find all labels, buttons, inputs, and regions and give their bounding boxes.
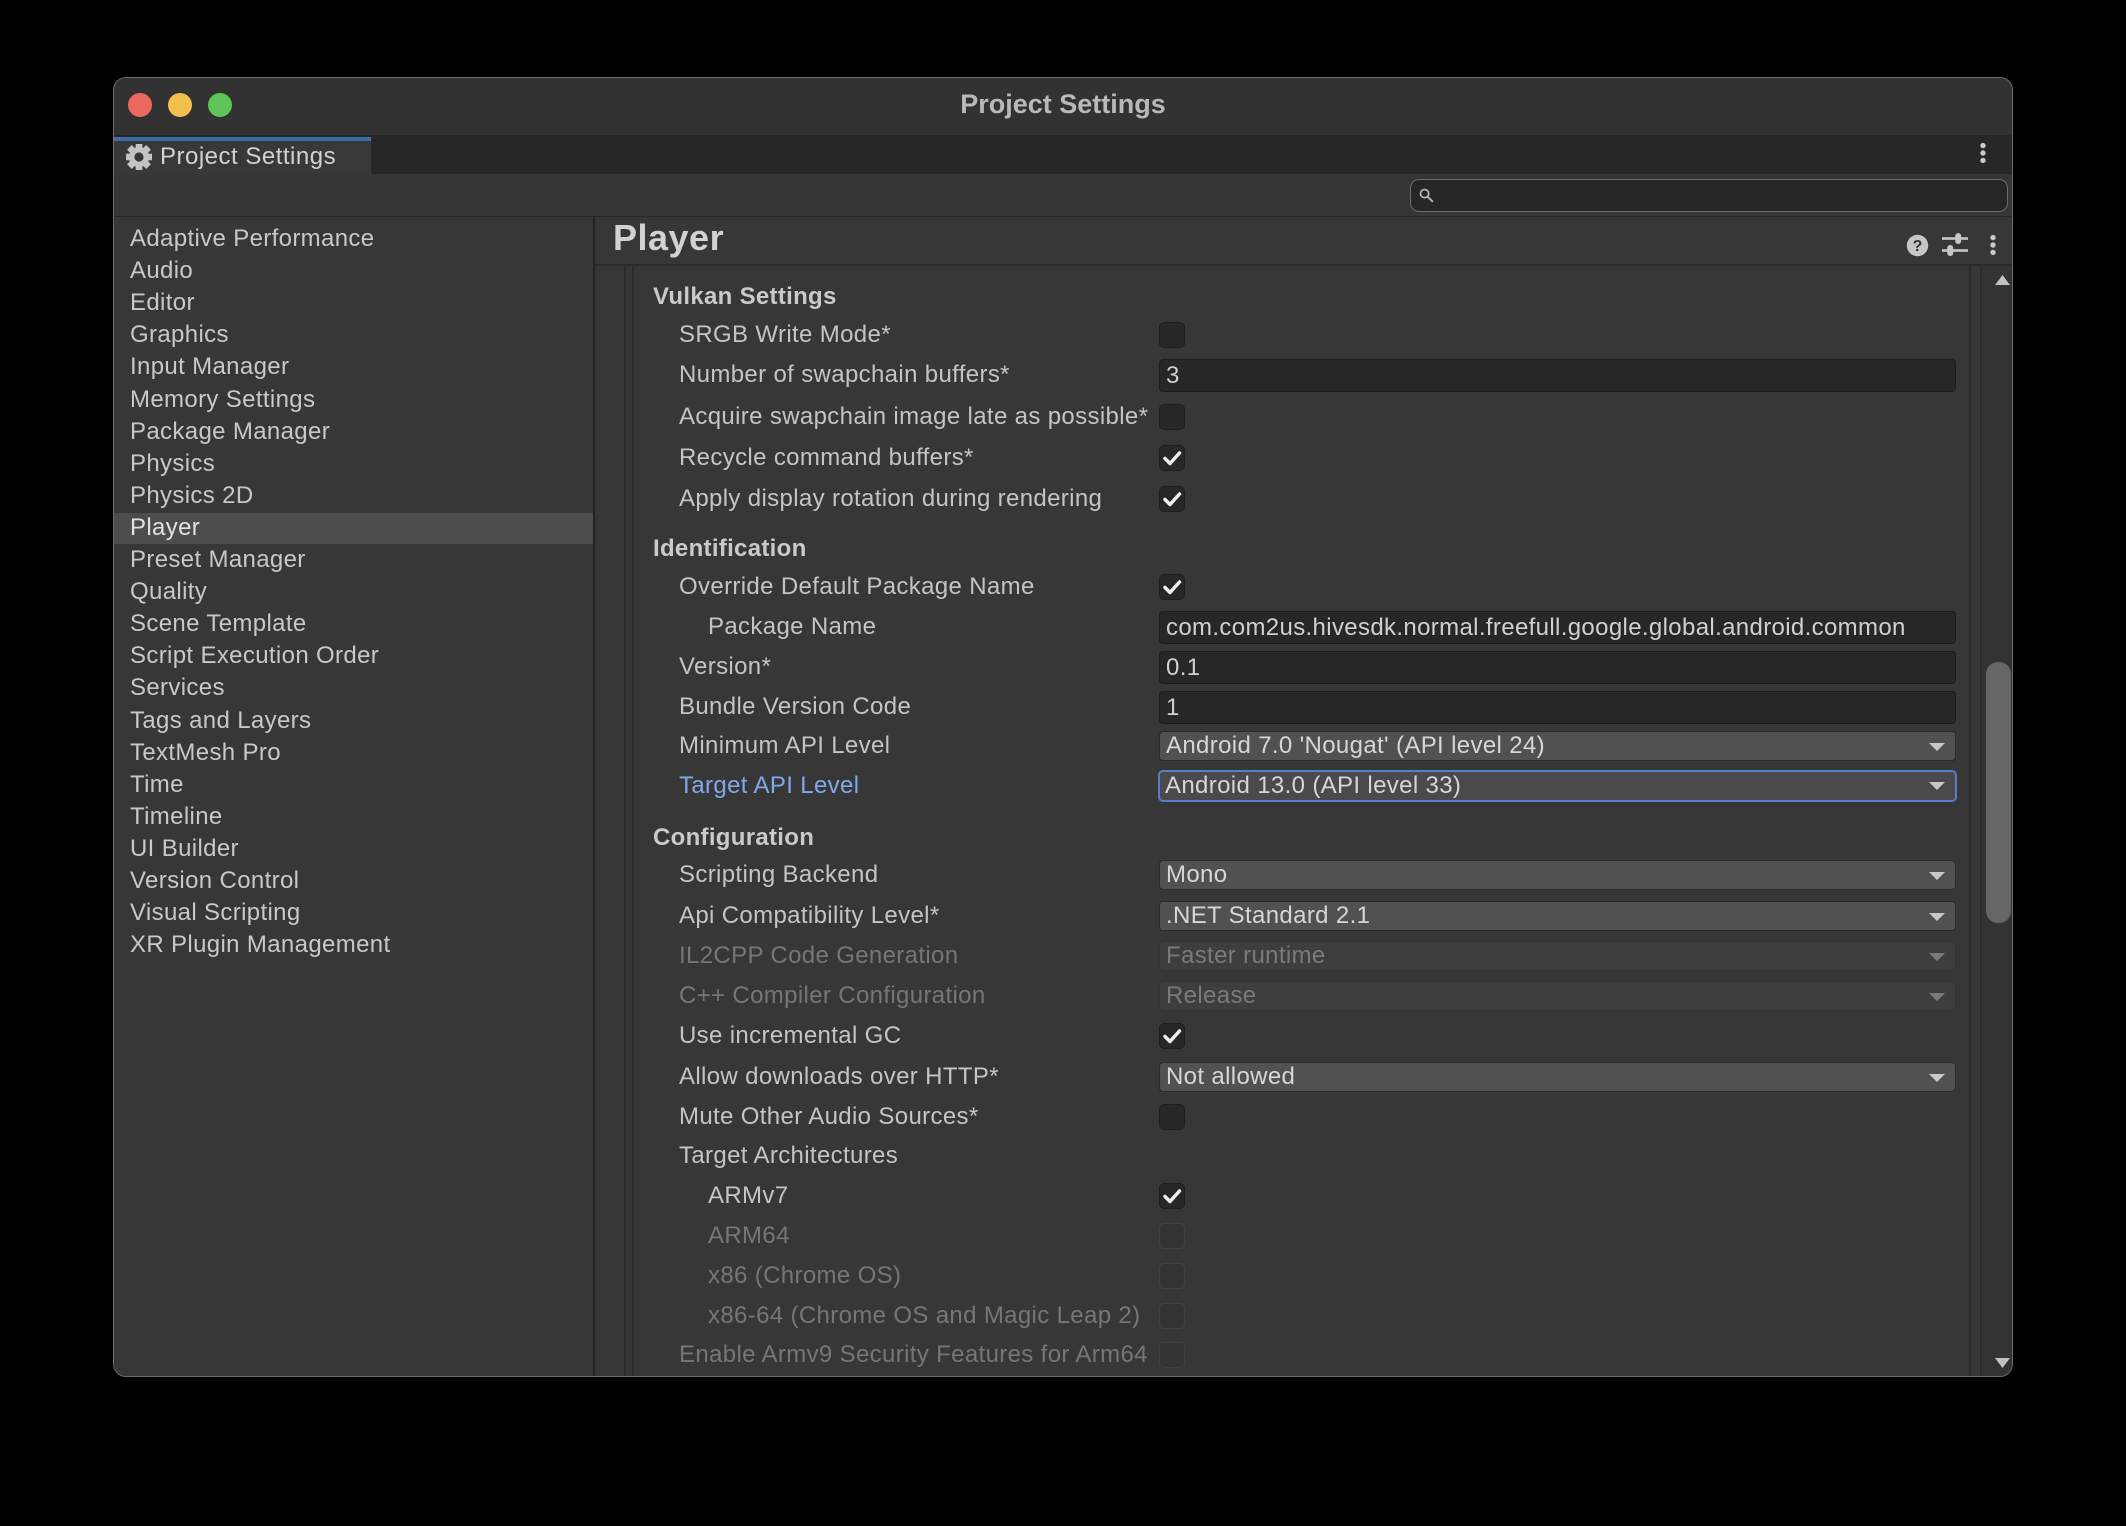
svg-text:?: ? [1913, 238, 1923, 255]
